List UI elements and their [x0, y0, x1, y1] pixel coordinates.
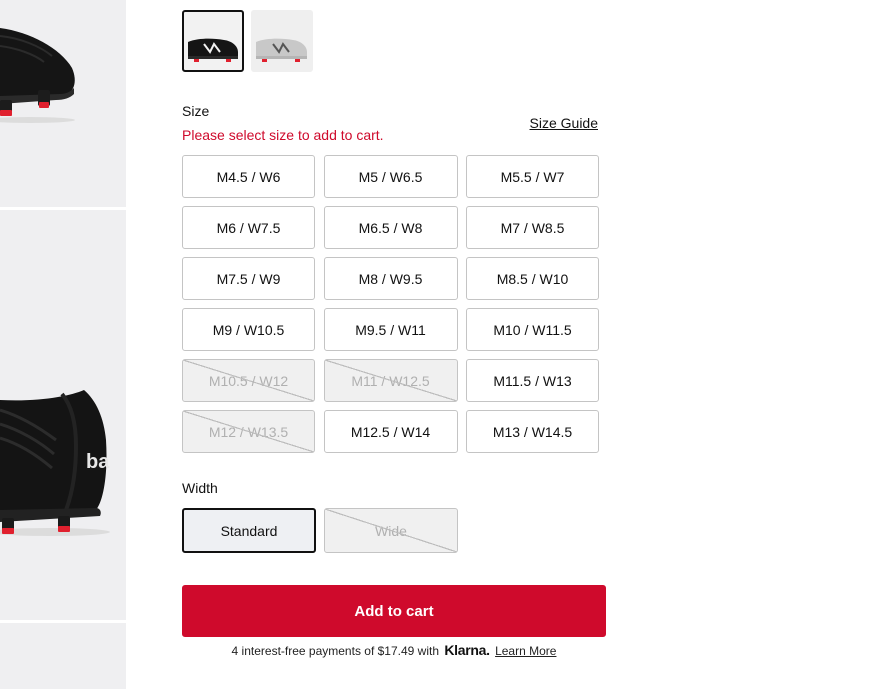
klarna-with: with: [417, 644, 440, 658]
size-option-label: M6.5 / W8: [358, 219, 423, 236]
size-option-label: M4.5 / W6: [216, 168, 281, 185]
svg-text:ba: ba: [86, 451, 110, 473]
size-guide-link[interactable]: Size Guide: [530, 115, 598, 131]
size-option-label: M7.5 / W9: [216, 270, 281, 287]
width-option-label: Standard: [220, 522, 278, 539]
size-option-label: M10 / W11.5: [493, 321, 572, 338]
width-option-standard[interactable]: Standard: [182, 508, 316, 553]
gallery-image-heel[interactable]: ba: [0, 210, 126, 620]
size-option-button[interactable]: M4.5 / W6: [182, 155, 315, 198]
grey-cleat-thumbnail: [256, 38, 307, 62]
gallery-image-detail[interactable]: [0, 623, 126, 689]
size-option-button[interactable]: M7 / W8.5: [466, 206, 599, 249]
size-option-label: M9 / W10.5: [212, 321, 285, 338]
size-option-button: M11 / W12.5: [323, 359, 458, 402]
size-option-label: M13 / W14.5: [492, 423, 573, 440]
size-option-label: M11.5 / W13: [493, 372, 572, 389]
size-option-label: M5 / W6.5: [358, 168, 423, 185]
size-option-button[interactable]: M7.5 / W9: [182, 257, 315, 300]
size-option-button: M12 / W13.5: [182, 410, 315, 453]
size-options: M4.5 / W6 M5 / W6.5 M5.5 / W7 M6 / W7.5 M6.5…: [182, 155, 599, 453]
add-to-cart-button[interactable]: Add to cart: [182, 585, 606, 637]
size-option-label: M6 / W7.5: [216, 219, 281, 236]
size-option-label: M5.5 / W7: [500, 168, 565, 185]
black-cleat-thumbnail: [188, 38, 238, 62]
klarna-installments: 4 interest-free payments of $17.49 with …: [182, 642, 606, 658]
klarna-amount: $17.49: [377, 644, 415, 658]
size-option-button[interactable]: M6 / W7.5: [182, 206, 315, 249]
color-swatch-black[interactable]: [182, 10, 244, 72]
klarna-learn-more-link[interactable]: Learn More: [495, 644, 556, 658]
size-option-label: M11 / W12.5: [351, 372, 430, 389]
size-option-label: M8 / W9.5: [358, 270, 423, 287]
size-option-label: M12 / W13.5: [208, 423, 289, 440]
size-option-label: M8.5 / W10: [496, 270, 569, 287]
size-option-button[interactable]: M8 / W9.5: [323, 257, 458, 300]
size-option-button[interactable]: M11.5 / W13: [466, 359, 599, 402]
size-option-label: M10.5 / W12: [208, 372, 289, 389]
size-option-label: M12.5 / W14: [350, 423, 431, 440]
size-option-label: M9.5 / W11: [355, 321, 426, 338]
cleat-front-image: [0, 28, 75, 123]
color-swatch-grey[interactable]: [251, 10, 313, 72]
size-option-button[interactable]: M13 / W14.5: [466, 410, 599, 453]
size-label: Size: [182, 103, 210, 119]
product-gallery: ba: [0, 0, 126, 689]
size-option-button[interactable]: M9.5 / W11: [323, 308, 458, 351]
size-option-button[interactable]: M9 / W10.5: [182, 308, 315, 351]
size-option-button[interactable]: M5.5 / W7: [466, 155, 599, 198]
width-option-label: Wide: [375, 522, 407, 539]
size-option-button[interactable]: M10 / W11.5: [466, 308, 599, 351]
size-option-button[interactable]: M5 / W6.5: [323, 155, 458, 198]
klarna-logo: Klarna.: [444, 642, 490, 658]
width-label: Width: [182, 480, 218, 496]
gallery-image-front[interactable]: [0, 0, 126, 207]
size-option-label: M7 / W8.5: [500, 219, 565, 236]
size-error-message: Please select size to add to cart.: [182, 127, 384, 143]
cleat-heel-image: ba: [0, 390, 110, 536]
size-option-button[interactable]: M6.5 / W8: [323, 206, 458, 249]
size-option-button: M10.5 / W12: [182, 359, 315, 402]
klarna-prefix: 4 interest-free payments of: [231, 644, 375, 658]
width-options: Standard Wide: [182, 508, 458, 553]
width-option-wide: Wide: [324, 508, 458, 553]
size-option-button[interactable]: M12.5 / W14: [323, 410, 458, 453]
size-option-button[interactable]: M8.5 / W10: [466, 257, 599, 300]
